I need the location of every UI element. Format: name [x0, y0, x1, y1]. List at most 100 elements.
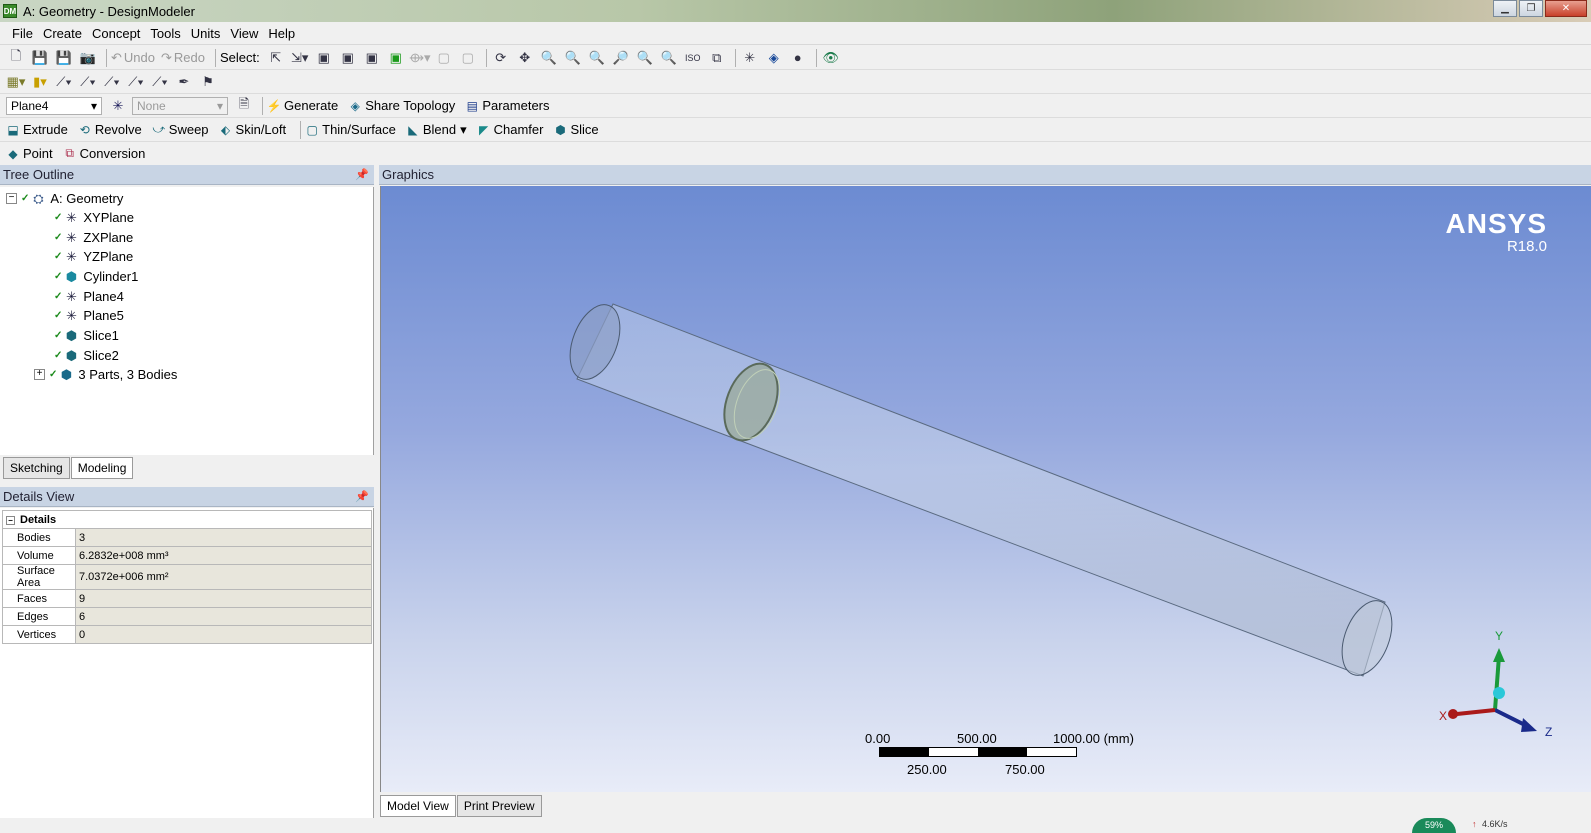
details-label: Surface Area	[2, 564, 76, 590]
tree-item-plane4[interactable]: ✓ ✳ Plane4	[54, 287, 124, 306]
zoom-icon[interactable]: 🔍	[539, 48, 559, 68]
cylinder-body[interactable]	[560, 298, 1401, 683]
look-at-icon[interactable]: ⧉	[707, 48, 727, 68]
parameters-button[interactable]: ▤ Parameters	[465, 98, 550, 113]
blend-button[interactable]: ◣ Blend ▾	[406, 122, 466, 138]
tree-root[interactable]: − ✓ ⛭ A: Geometry	[6, 189, 123, 208]
rotate-icon[interactable]: ⟳	[491, 48, 511, 68]
face-color-icon[interactable]: ▦▾	[6, 72, 26, 92]
collapse-icon[interactable]: −	[6, 515, 15, 525]
chevron-down-icon: ▾	[216, 98, 223, 113]
details-view-title: Details View	[3, 489, 75, 504]
sweep-button[interactable]: ⤻ Sweep	[152, 122, 208, 137]
zoom-selection-icon[interactable]: 🔍	[635, 48, 655, 68]
display-model-icon[interactable]: ◈	[764, 48, 784, 68]
graphics-viewport[interactable]: ANSYS R18.0 0.00 500.00 1000.00 (mm) 250…	[380, 186, 1591, 792]
tree-item-zxplane[interactable]: ✓ ✳ ZXPlane	[54, 228, 133, 247]
zoom-box-icon[interactable]: 🔍	[587, 48, 607, 68]
menu-view[interactable]: View	[225, 26, 263, 41]
iso-view-icon[interactable]: ISO	[683, 48, 703, 68]
zoom-fit-icon[interactable]: 🔎	[611, 48, 631, 68]
sketch-select[interactable]: None ▾	[132, 96, 228, 115]
thin-surface-button[interactable]: ▢ Thin/Surface	[305, 122, 395, 137]
undo-button[interactable]: ↶ Undo	[111, 50, 155, 66]
conversion-button[interactable]: ⧉ Conversion	[63, 146, 145, 161]
shrink-icon[interactable]: ▢	[458, 48, 478, 68]
menu-create[interactable]: Create	[38, 26, 87, 41]
conversion-icon: ⧉	[65, 146, 74, 160]
new-plane-icon[interactable]: ✳	[108, 96, 128, 116]
menu-tools[interactable]: Tools	[145, 26, 185, 41]
extrude-icon: ⬓	[7, 122, 19, 137]
flag-tool-icon[interactable]: ⚑	[198, 72, 218, 92]
plane-select-value: Plane4	[11, 98, 49, 113]
menu-help[interactable]: Help	[263, 26, 300, 41]
tab-sketching[interactable]: Sketching	[3, 457, 70, 479]
select-points-icon[interactable]: ▣	[314, 48, 334, 68]
select-filter-icon[interactable]: ⇲▾	[290, 48, 310, 68]
pin-tool-icon[interactable]: ✒	[174, 72, 194, 92]
skin-loft-button[interactable]: ⬖ Skin/Loft	[219, 122, 286, 137]
tree-item-plane5[interactable]: ✓ ✳ Plane5	[54, 306, 124, 325]
select-faces-icon[interactable]: ▣	[362, 48, 382, 68]
save-icon[interactable]: 💾	[30, 48, 50, 68]
line3-tool-icon[interactable]: ⟋▾	[126, 72, 146, 92]
menu-units[interactable]: Units	[186, 26, 226, 41]
chamfer-button[interactable]: ◤ Chamfer	[477, 122, 543, 137]
pin-icon[interactable]: 📌	[355, 168, 369, 181]
edge-color-icon[interactable]: ▮▾	[30, 72, 50, 92]
restore-button[interactable]: ❐	[1519, 0, 1543, 17]
tab-print-preview[interactable]: Print Preview	[456, 795, 542, 817]
extrude-button[interactable]: ⬓ Extrude	[6, 122, 67, 137]
axis-y-label: Y	[1495, 630, 1503, 643]
magnifier-icon[interactable]: 🔍	[659, 48, 679, 68]
collapse-icon[interactable]: −	[6, 193, 17, 204]
details-section[interactable]: − Details	[2, 510, 372, 529]
share-topology-button[interactable]: ◈ Share Topology	[348, 98, 456, 113]
line2-tool-icon[interactable]: ⟋▾	[102, 72, 122, 92]
select-edges-icon[interactable]: ▣	[338, 48, 358, 68]
line-edge-tool-icon[interactable]: ⟋▾	[150, 72, 170, 92]
generate-button[interactable]: ⚡ Generate	[267, 98, 339, 113]
line-tool-icon[interactable]: ⟋▾	[78, 72, 98, 92]
window-title: A: Geometry - DesignModeler	[23, 3, 195, 19]
point-button[interactable]: ◆ Point	[6, 146, 52, 161]
menu-concept[interactable]: Concept	[87, 26, 145, 41]
axis-triad[interactable]: Y X Z	[1437, 630, 1567, 750]
expand-icon[interactable]: ▢	[434, 48, 454, 68]
triad-icon[interactable]: ✳	[740, 48, 760, 68]
details-section-row[interactable]: − Details	[2, 510, 372, 529]
redo-button[interactable]: ↷ Redo	[161, 50, 205, 66]
new-icon[interactable]: 🗋	[6, 48, 26, 68]
zoom-in-icon[interactable]: 🔍	[563, 48, 583, 68]
tree-item-parts[interactable]: + ✓ ⬢ 3 Parts, 3 Bodies	[34, 365, 177, 384]
menu-file[interactable]: File	[7, 26, 38, 41]
check-icon: ✓	[54, 232, 63, 243]
model-render[interactable]	[381, 186, 1591, 792]
plane-select[interactable]: Plane4 ▾	[6, 96, 102, 115]
tree-item-slice1[interactable]: ✓ ⬢ Slice1	[54, 326, 119, 345]
select-mode-icon[interactable]: ⇱	[266, 48, 286, 68]
save-as-icon[interactable]: 💾	[54, 48, 74, 68]
pin-icon[interactable]: 📌	[355, 490, 369, 503]
pan-icon[interactable]: ✥	[515, 48, 535, 68]
minimize-button[interactable]: ▁	[1493, 0, 1517, 17]
tab-modeling[interactable]: Modeling	[70, 457, 134, 479]
new-sketch-icon[interactable]: 🗎	[234, 96, 254, 116]
screenshot-icon[interactable]: 📷	[78, 48, 98, 68]
tree-item-yzplane[interactable]: ✓ ✳ YZPlane	[54, 247, 133, 266]
tree-item-slice2[interactable]: ✓ ⬢ Slice2	[54, 346, 119, 365]
slice-button[interactable]: ⬢ Slice	[553, 122, 598, 137]
show-hide-icon[interactable]: 👁	[821, 48, 841, 68]
display-point-icon[interactable]: ●	[788, 48, 808, 68]
extend-selection-icon[interactable]: ⟴▾	[409, 48, 431, 68]
point-line-icon[interactable]: ⟋▾	[54, 72, 74, 92]
select-bodies-icon[interactable]: ▣	[386, 48, 406, 68]
tree-item-xyplane[interactable]: ✓ ✳ XYPlane	[54, 208, 134, 227]
close-button[interactable]: ✕	[1545, 0, 1587, 17]
tab-model-view[interactable]: Model View	[380, 795, 456, 817]
expand-icon[interactable]: +	[34, 369, 45, 380]
tree-item-cylinder1[interactable]: ✓ ⬢ Cylinder1	[54, 267, 138, 286]
plane-icon: ✳	[65, 209, 77, 225]
revolve-button[interactable]: ⟲ Revolve	[78, 122, 142, 137]
